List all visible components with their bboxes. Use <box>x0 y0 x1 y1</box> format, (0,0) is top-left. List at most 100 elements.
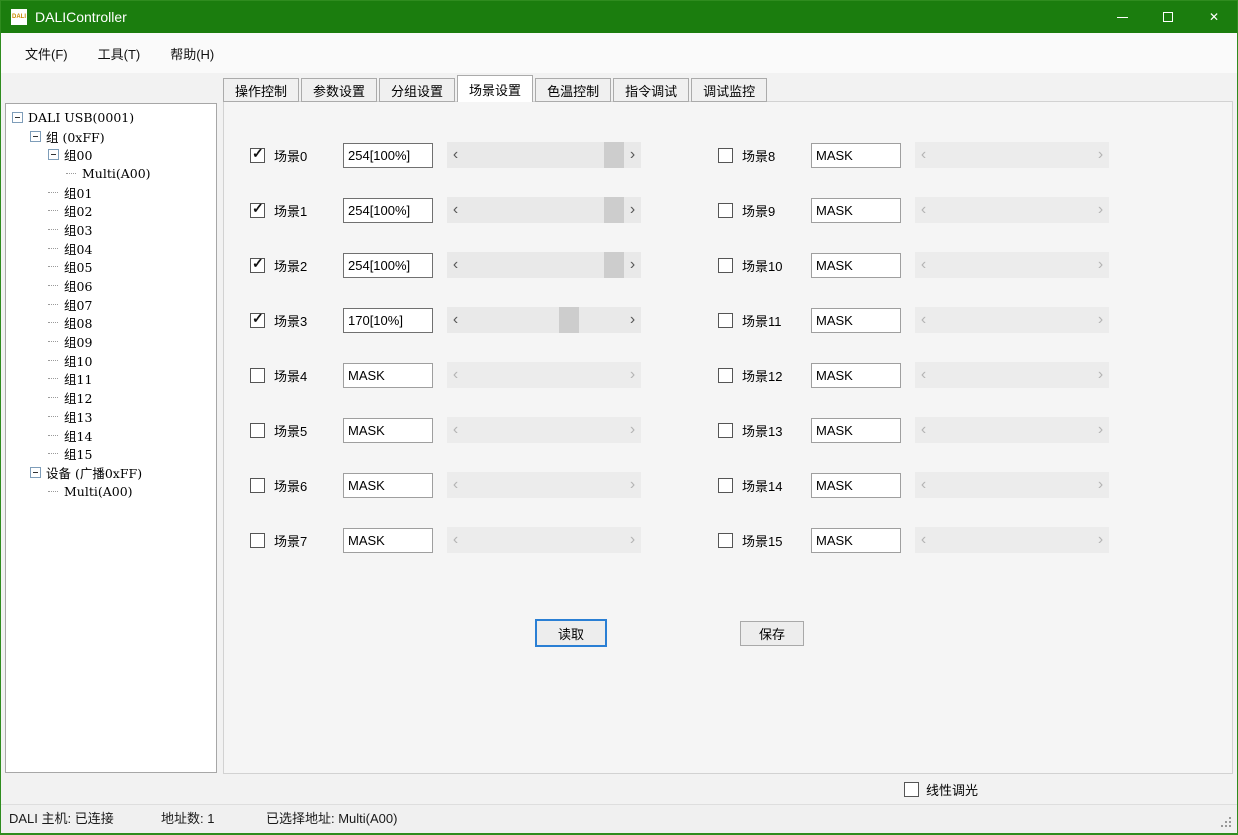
tab-grouping-settings[interactable]: 分组设置 <box>379 78 455 102</box>
scene-11-checkbox[interactable] <box>718 313 733 328</box>
tree-node-group08[interactable]: 组08 <box>6 314 216 333</box>
scene-1-value-input[interactable] <box>343 198 433 223</box>
tree-node-group00[interactable]: 组00 <box>6 145 216 164</box>
scene-14-checkbox[interactable] <box>718 478 733 493</box>
tree-node-multi-a00-device[interactable]: Multi(A00) <box>6 482 216 501</box>
scene-8-checkbox[interactable] <box>718 148 733 163</box>
tree-node-group07[interactable]: 组07 <box>6 295 216 314</box>
scene-row-7: 场景7 <box>250 527 680 553</box>
close-button[interactable]: ✕ <box>1191 1 1237 33</box>
tree-node-multi-a00[interactable]: Multi(A00) <box>6 164 216 183</box>
scene-2-scrollbar[interactable] <box>447 252 641 278</box>
scroll-thumb[interactable] <box>604 197 624 223</box>
menu-help[interactable]: 帮助(H) <box>162 40 222 67</box>
scene-7-checkbox[interactable] <box>250 533 265 548</box>
scene-0-value-input[interactable] <box>343 143 433 168</box>
tab-color-temperature[interactable]: 色温控制 <box>535 78 611 102</box>
tree-collapse-icon[interactable] <box>12 112 23 123</box>
tree-node-group02[interactable]: 组02 <box>6 201 216 220</box>
scroll-left-icon <box>447 417 464 443</box>
scene-10-checkbox[interactable] <box>718 258 733 273</box>
scroll-left-icon[interactable] <box>447 252 464 278</box>
scene-0-checkbox[interactable] <box>250 148 265 163</box>
tree-node-group-root[interactable]: 组 (0xFF) <box>6 127 216 146</box>
scene-6-value-input[interactable] <box>343 473 433 498</box>
tree-node-group01[interactable]: 组01 <box>6 183 216 202</box>
tree-node-label: 组 (0xFF) <box>46 127 105 146</box>
tree-node-group05[interactable]: 组05 <box>6 258 216 277</box>
tree-node-group06[interactable]: 组06 <box>6 276 216 295</box>
linear-dimming-checkbox[interactable] <box>904 782 919 797</box>
scroll-right-icon[interactable] <box>624 252 641 278</box>
scene-2-value-input[interactable] <box>343 253 433 278</box>
scene-6-checkbox[interactable] <box>250 478 265 493</box>
scroll-thumb[interactable] <box>604 142 624 168</box>
scene-10-value-input[interactable] <box>811 253 901 278</box>
tree-node-group13[interactable]: 组13 <box>6 407 216 426</box>
tab-debug-monitor[interactable]: 调试监控 <box>691 78 767 102</box>
scene-5-checkbox[interactable] <box>250 423 265 438</box>
menu-tools[interactable]: 工具(T) <box>90 40 149 67</box>
scroll-thumb[interactable] <box>604 252 624 278</box>
maximize-button[interactable] <box>1145 1 1191 33</box>
tree-node-group09[interactable]: 组09 <box>6 332 216 351</box>
scene-0-scrollbar[interactable] <box>447 142 641 168</box>
scene-7-value-input[interactable] <box>343 528 433 553</box>
scene-9-value-input[interactable] <box>811 198 901 223</box>
scene-1-checkbox[interactable] <box>250 203 265 218</box>
scene-3-value-input[interactable] <box>343 308 433 333</box>
tree-collapse-icon[interactable] <box>30 131 41 142</box>
scene-9-scrollbar <box>915 197 1109 223</box>
tree-node-group12[interactable]: 组12 <box>6 388 216 407</box>
scene-8-value-input[interactable] <box>811 143 901 168</box>
minimize-button[interactable] <box>1099 1 1145 33</box>
menu-file[interactable]: 文件(F) <box>17 40 76 67</box>
scroll-left-icon[interactable] <box>447 197 464 223</box>
scene-13-value-input[interactable] <box>811 418 901 443</box>
scene-3-scrollbar[interactable] <box>447 307 641 333</box>
tab-scene-settings[interactable]: 场景设置 <box>457 75 533 102</box>
tree-node-group11[interactable]: 组11 <box>6 370 216 389</box>
scene-11-value-input[interactable] <box>811 308 901 333</box>
scene-3-checkbox[interactable] <box>250 313 265 328</box>
scene-5-value-input[interactable] <box>343 418 433 443</box>
tree-node-dali-usb[interactable]: DALI USB(0001) <box>6 108 216 127</box>
scroll-left-icon[interactable] <box>447 142 464 168</box>
scene-15-value-input[interactable] <box>811 528 901 553</box>
tree-node-group10[interactable]: 组10 <box>6 351 216 370</box>
tree-collapse-icon[interactable] <box>48 149 59 160</box>
scroll-right-icon[interactable] <box>624 307 641 333</box>
tab-operation-control[interactable]: 操作控制 <box>223 78 299 102</box>
tree-node-group15[interactable]: 组15 <box>6 444 216 463</box>
scene-row-4: 场景4 <box>250 362 680 388</box>
read-button[interactable]: 读取 <box>535 619 607 647</box>
scene-4-value-input[interactable] <box>343 363 433 388</box>
tab-command-debug[interactable]: 指令调试 <box>613 78 689 102</box>
scene-4-checkbox[interactable] <box>250 368 265 383</box>
scene-1-scrollbar[interactable] <box>447 197 641 223</box>
tree-node-group03[interactable]: 组03 <box>6 220 216 239</box>
tree-node-label: Multi(A00) <box>64 484 133 499</box>
scroll-right-icon[interactable] <box>624 197 641 223</box>
scroll-right-icon[interactable] <box>624 142 641 168</box>
scene-9-checkbox[interactable] <box>718 203 733 218</box>
resize-grip-icon[interactable] <box>1221 817 1223 819</box>
scene-15-checkbox[interactable] <box>718 533 733 548</box>
scroll-right-icon <box>624 417 641 443</box>
tree-node-group04[interactable]: 组04 <box>6 239 216 258</box>
scene-12-value-input[interactable] <box>811 363 901 388</box>
tree-node-device-broadcast[interactable]: 设备 (广播0xFF) <box>6 463 216 482</box>
status-selected-address: 已选择地址: Multi(A00) <box>266 805 397 833</box>
scroll-right-icon <box>1092 527 1109 553</box>
tree-node-group14[interactable]: 组14 <box>6 426 216 445</box>
scene-2-checkbox[interactable] <box>250 258 265 273</box>
scene-13-checkbox[interactable] <box>718 423 733 438</box>
scene-14-value-input[interactable] <box>811 473 901 498</box>
scroll-thumb[interactable] <box>559 307 579 333</box>
save-button[interactable]: 保存 <box>740 621 804 646</box>
tab-parameter-settings[interactable]: 参数设置 <box>301 78 377 102</box>
scroll-left-icon[interactable] <box>447 307 464 333</box>
scene-12-checkbox[interactable] <box>718 368 733 383</box>
tree-collapse-icon[interactable] <box>30 467 41 478</box>
tree-node-label: 组03 <box>64 220 92 239</box>
